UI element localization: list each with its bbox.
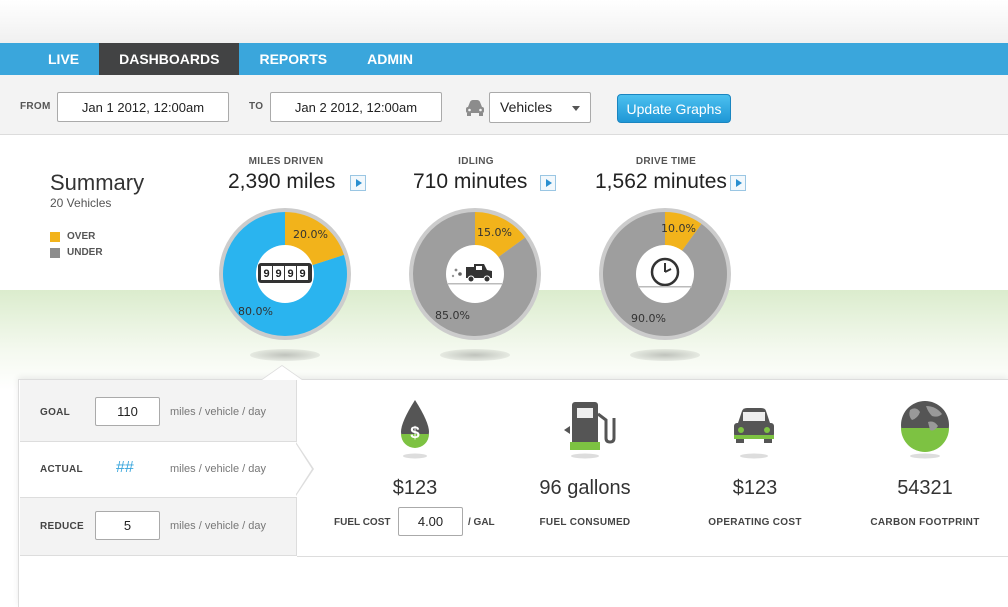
goal-unit: miles / vehicle / day [170,406,266,418]
play-icon[interactable] [540,175,556,191]
goal-label: GOAL [40,407,71,418]
main-nav: LIVE DASHBOARDS REPORTS ADMIN [0,43,1008,75]
metric-value-drive-time: 1,562 minutes [595,170,727,193]
summary-title: Summary [50,170,145,195]
from-label: FROM [20,101,51,112]
pie-over-label: 10.0% [661,222,696,235]
pie-over-label: 20.0% [293,228,328,241]
svg-text:$: $ [410,423,420,442]
play-icon[interactable] [730,175,746,191]
stat-value-operating-cost: $123 [732,477,778,499]
car-icon [466,100,484,116]
legend-label-under: UNDER [67,247,103,258]
legend-swatch-under [50,247,60,258]
filter-bar: FROM TO Vehicles Update Graphs [0,75,1008,135]
metric-label-idling: IDLING [458,156,494,167]
summary-subtitle: 20 Vehicles [50,196,112,210]
nav-admin[interactable]: ADMIN [347,43,433,75]
stat-value-fuel-consumed: 96 gallons [539,477,631,499]
pie-under-label: 90.0% [631,312,666,325]
panel-pointer [262,366,302,380]
goal-row: GOAL miles / vehicle / day [20,384,297,441]
from-date-input[interactable] [57,92,229,122]
top-fade [0,0,1008,43]
pie-under-label: 80.0% [238,305,273,318]
pie-under-label: 85.0% [435,309,470,322]
odometer-icon: 9 9 9 9 [258,263,312,283]
legend-over: OVER [50,231,95,242]
reduce-input[interactable] [95,511,160,540]
stat-label-fuel-consumed: FUEL CONSUMED [539,517,631,528]
stat-label-carbon-footprint: CARBON FOOTPRINT [870,517,980,528]
reduce-row: REDUCE miles / vehicle / day [20,498,297,555]
actual-row: ACTUAL ## miles / vehicle / day [20,441,297,498]
nav-reports[interactable]: REPORTS [239,43,347,75]
odometer-digit: 9 [275,268,281,280]
stat-value-carbon-footprint: 54321 [897,477,953,499]
fuel-price-input[interactable] [398,507,463,536]
odometer-digit: 9 [299,268,305,280]
actual-label: ACTUAL [40,464,83,475]
car-front-icon [734,408,774,459]
legend-swatch-over [50,231,60,242]
actual-row-pointer-inner [296,444,312,494]
actual-unit: miles / vehicle / day [170,463,266,475]
fuel-drop-dollar-icon: $ [401,400,429,459]
goal-panel: GOAL miles / vehicle / day ACTUAL ## mil… [20,380,297,556]
metric-label-miles: MILES DRIVEN [248,156,324,167]
actual-value: ## [116,459,134,476]
vehicle-select[interactable]: Vehicles [489,92,591,123]
odometer-digit: 9 [287,268,293,280]
play-icon[interactable] [350,175,366,191]
to-date-input[interactable] [270,92,442,122]
metric-label-drive-time: DRIVE TIME [635,156,697,167]
nav-dashboards[interactable]: DASHBOARDS [99,43,240,75]
metric-value-miles: 2,390 miles [228,170,336,193]
pie-center [636,245,694,303]
panel-divider [297,556,1008,557]
pie-chart-miles: 9 9 9 9 [219,208,351,340]
update-graphs-button[interactable]: Update Graphs [617,94,731,123]
pie-shadow [630,349,700,361]
stat-value-fuel-cost: $123 [392,477,438,499]
gas-pump-icon [564,402,616,459]
pie-over-label: 15.0% [477,226,512,239]
pie-shadow [440,349,510,361]
reduce-label: REDUCE [40,521,85,532]
fuel-price-unit: / GAL [468,517,495,528]
to-label: TO [249,101,264,112]
goal-input[interactable] [95,397,160,426]
stat-label-operating-cost: OPERATING COST [708,517,802,528]
vehicle-select-value: Vehicles [500,99,553,115]
odometer-digit: 9 [263,268,269,280]
legend-under: UNDER [50,247,103,258]
chevron-down-icon [572,106,580,111]
stat-label-fuel-cost: FUEL COST [334,517,391,528]
nav-live[interactable]: LIVE [0,43,99,75]
reduce-unit: miles / vehicle / day [170,520,266,532]
pie-shadow [250,349,320,361]
globe-icon [901,401,949,459]
pie-chart-idling [409,208,541,340]
metric-value-idling: 710 minutes [413,170,528,193]
legend-label-over: OVER [67,231,96,242]
